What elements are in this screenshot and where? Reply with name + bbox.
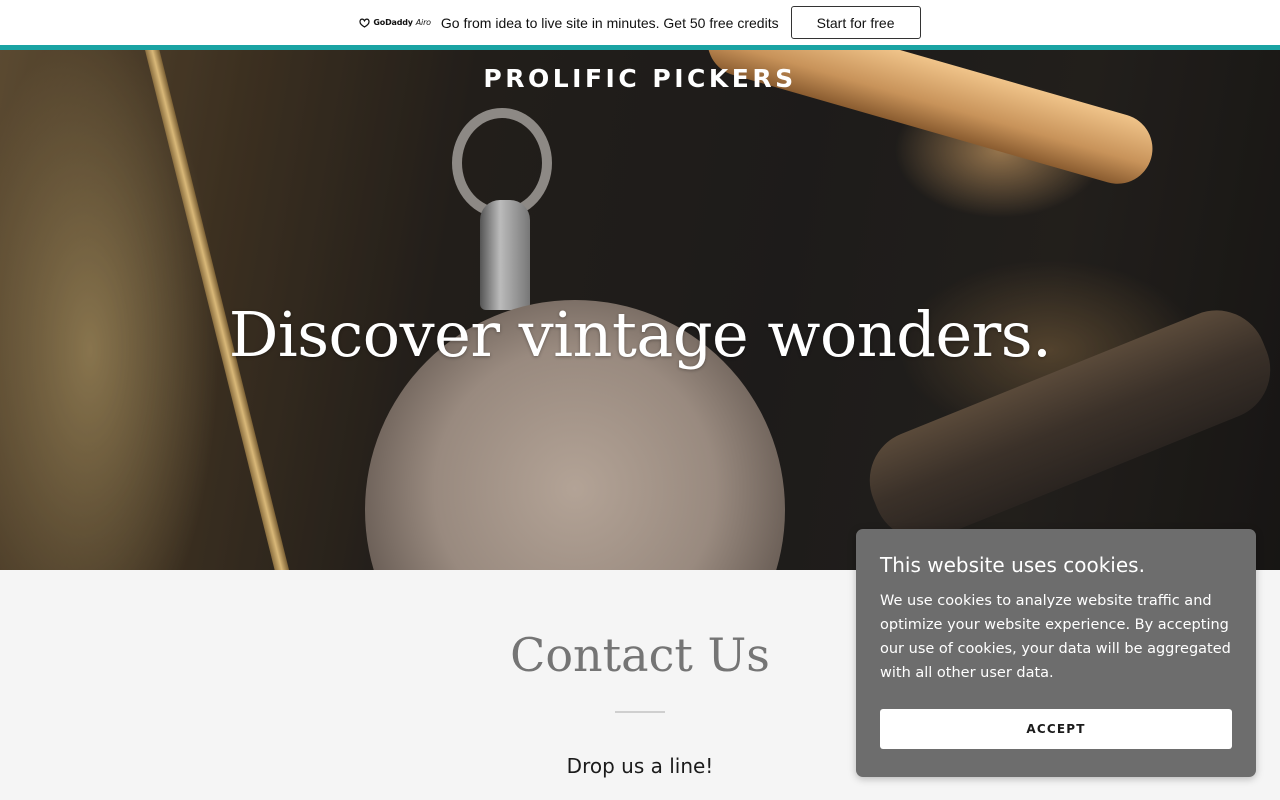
promo-bar: GoDaddy Airo Go from idea to live site i… (0, 0, 1280, 45)
start-for-free-button[interactable]: Start for free (790, 6, 921, 39)
cookie-banner: This website uses cookies. We use cookie… (856, 529, 1256, 777)
logo-brand-text: GoDaddy (373, 18, 413, 27)
site-brand-title[interactable]: PROLIFIC PICKERS (0, 64, 1280, 93)
accept-cookies-button[interactable]: ACCEPT (880, 709, 1232, 749)
hero-headline: Discover vintage wonders. (228, 298, 1052, 371)
cookie-body-text: We use cookies to analyze website traffi… (880, 593, 1231, 681)
logo-product-text: Airo (415, 18, 431, 27)
godaddy-airo-logo[interactable]: GoDaddy Airo (359, 18, 431, 28)
promo-text: Go from idea to live site in minutes. Ge… (440, 14, 779, 31)
cookie-title: This website uses cookies. (880, 553, 1145, 577)
hero-section: PROLIFIC PICKERS Discover vintage wonder… (0, 50, 1280, 570)
hero-image-watch-stem (480, 200, 530, 310)
godaddy-logo-icon (359, 18, 370, 28)
promo-content: GoDaddy Airo Go from idea to live site i… (359, 6, 921, 39)
section-divider (615, 711, 665, 713)
